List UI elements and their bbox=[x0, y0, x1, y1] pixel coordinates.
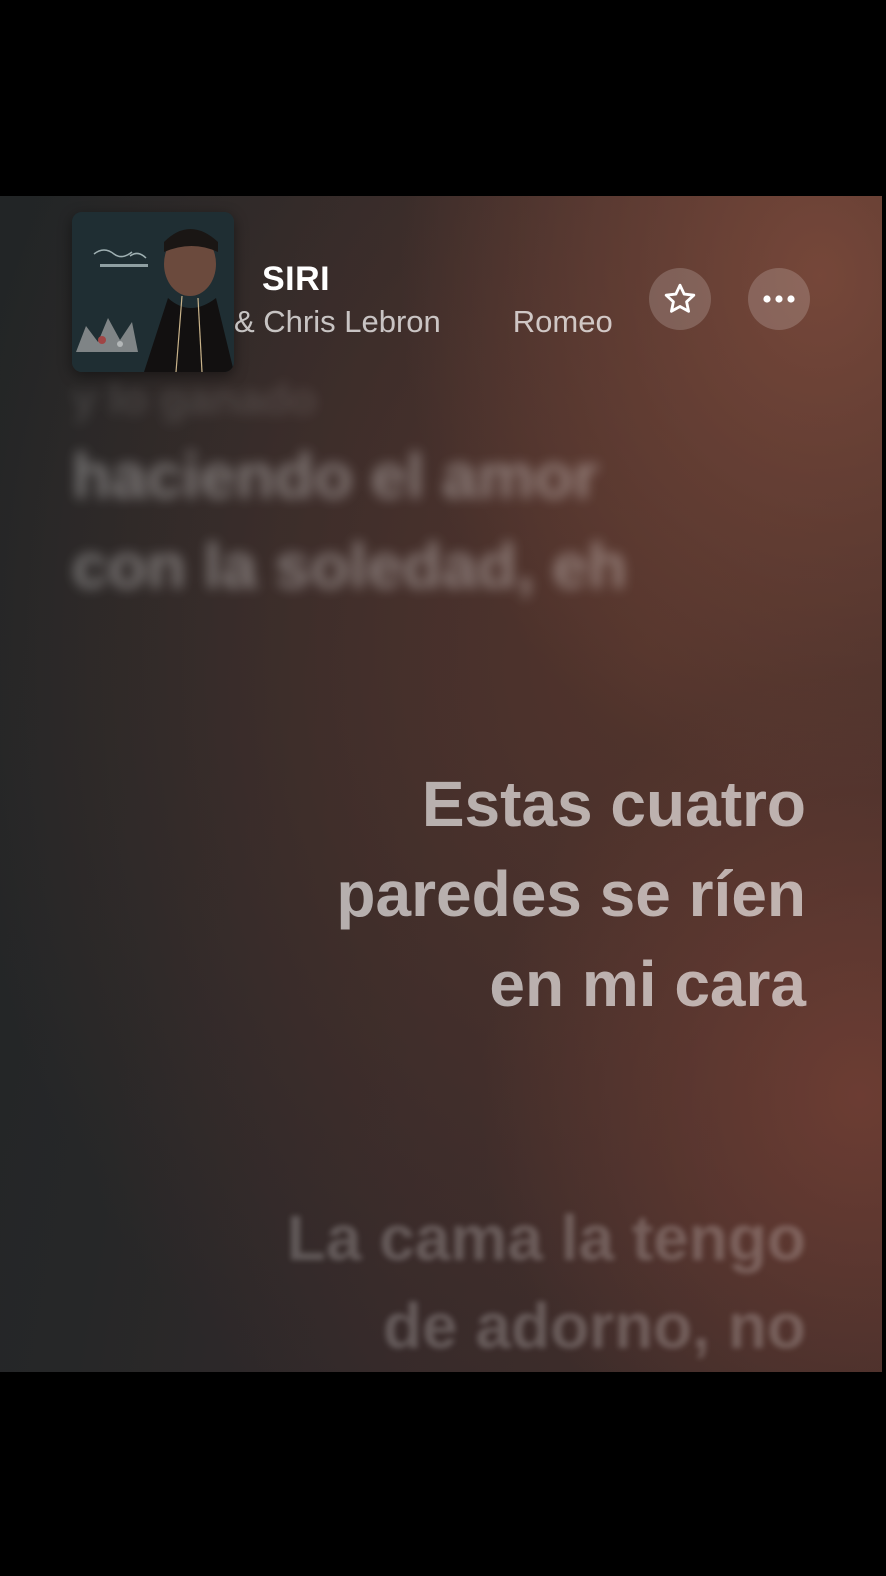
more-options-button[interactable] bbox=[748, 268, 810, 330]
artist-marquee[interactable]: & Chris Lebron Romeo bbox=[234, 304, 634, 348]
album-cover-icon bbox=[72, 212, 234, 372]
lyrics-screen: y lo ganado haciendo el amor con la sole… bbox=[0, 196, 882, 1372]
now-playing-header: SIRI & Chris Lebron Romeo bbox=[0, 196, 882, 396]
lyric-line-past-2[interactable]: con la soledad, eh bbox=[72, 522, 627, 610]
lyric-line-past-1[interactable]: haciendo el amor bbox=[72, 432, 598, 520]
artist-names: & Chris Lebron bbox=[234, 304, 441, 339]
favorite-button[interactable] bbox=[649, 268, 711, 330]
lyric-line-current-3[interactable]: en mi cara bbox=[489, 940, 806, 1028]
song-title[interactable]: SIRI bbox=[262, 260, 330, 299]
ellipsis-icon bbox=[763, 295, 795, 303]
lyric-line-current-2[interactable]: paredes se ríen bbox=[336, 850, 806, 938]
star-icon bbox=[664, 283, 696, 313]
lyric-line-current-1[interactable]: Estas cuatro bbox=[422, 760, 806, 848]
album-art[interactable] bbox=[72, 212, 234, 372]
lyric-line-upcoming-2[interactable]: de adorno, no bbox=[383, 1282, 806, 1370]
album-artist: Romeo bbox=[512, 304, 613, 339]
lyric-line-upcoming-1[interactable]: La cama la tengo bbox=[287, 1194, 806, 1282]
